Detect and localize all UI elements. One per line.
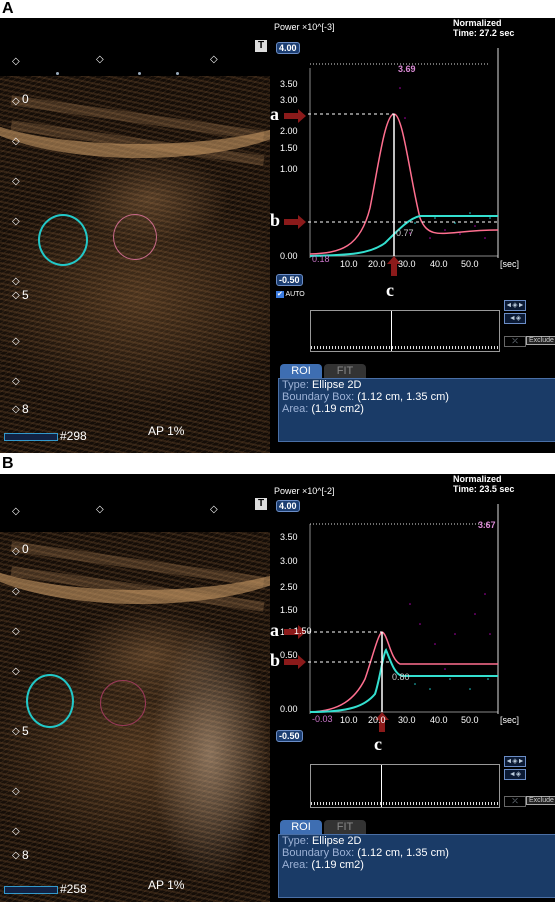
type-label: Type: <box>282 379 309 391</box>
mode-label-a: AP 1% <box>148 424 185 438</box>
mid-label-b: 0.80 <box>392 672 410 682</box>
roi-cyan-a[interactable] <box>38 214 88 266</box>
depth-5-b: 5 <box>22 724 29 738</box>
play-button-a[interactable]: ◄◈► <box>504 300 526 311</box>
timeline-a[interactable] <box>310 310 500 352</box>
xtick: 20.0 <box>368 259 386 269</box>
xtick: 20.0 <box>368 715 386 725</box>
depth-8-b: 8 <box>22 848 29 862</box>
timeline-b[interactable] <box>310 764 500 808</box>
panel-b: ◇ ◇ ◇ ◇ ◇ ◇ ◇ ◇ ◇ 0 5 8 ◇ ◇ #258 AP 1% P… <box>0 474 555 902</box>
box-value: (1.12 cm, 1.35 cm) <box>357 847 449 859</box>
ultrasound-image-a: ◇ ◇ ◇ ◇ ◇ ◇ ◇ ◇ ◇ ◇ 0 5 8 ◇ ◇ #298 AP 1% <box>0 18 270 453</box>
roi-pink-a[interactable] <box>113 214 157 260</box>
depth-5-a: 5 <box>22 288 29 302</box>
frame-number-a: #298 <box>60 429 87 443</box>
xtick: 10.0 <box>340 715 358 725</box>
area-value: (1.19 cm2) <box>311 403 364 415</box>
depth-8-a: 8 <box>22 402 29 416</box>
panel-b-letter: B <box>2 455 14 472</box>
exclude-tool-a[interactable]: ⤫ <box>504 336 526 347</box>
roi-info-a: Type: Ellipse 2D Boundary Box: (1.12 cm,… <box>278 378 555 442</box>
panel-a: ◇ ◇ ◇ ◇ ◇ ◇ ◇ ◇ ◇ ◇ 0 5 8 ◇ ◇ #298 AP 1%… <box>0 18 555 453</box>
peak-label-a: 3.69 <box>398 64 416 74</box>
low-label-a: 0.18 <box>312 254 330 264</box>
box-value: (1.12 cm, 1.35 cm) <box>357 391 449 403</box>
roi-cyan-b[interactable] <box>26 674 74 728</box>
xtick: 50.0 <box>461 259 479 269</box>
play-button-b[interactable]: ◄◈► <box>504 756 526 767</box>
type-label: Type: <box>282 835 309 847</box>
xtick: 30.0 <box>398 259 416 269</box>
tab-roi-a[interactable]: ROI <box>280 364 322 378</box>
peak-label-b: 3.67 <box>478 520 496 530</box>
low-label-b: -0.03 <box>312 714 333 724</box>
mode-label-b: AP 1% <box>148 878 185 892</box>
exclude-button-a[interactable]: Exclude <box>526 336 555 345</box>
text-tool-button-b[interactable]: T <box>255 498 267 510</box>
annotation-b-b: b <box>270 650 281 670</box>
area-value: (1.19 cm2) <box>311 859 364 871</box>
panel-a-letter: A <box>2 0 14 17</box>
depth-0-b: 0 <box>22 542 29 556</box>
area-label: Area: <box>282 859 309 871</box>
xtick: 10.0 <box>340 259 358 269</box>
peak-small-label-b: 1.50 <box>294 626 312 636</box>
tab-roi-b[interactable]: ROI <box>280 820 322 834</box>
exclude-button-b[interactable]: Exclude <box>526 796 555 805</box>
tab-fit-a[interactable]: FIT <box>324 364 366 378</box>
step-button-a[interactable]: ◄◈ <box>504 313 526 324</box>
xtick: 30.0 <box>398 715 416 725</box>
annotation-a-b: a <box>270 620 279 640</box>
depth-0-a: 0 <box>22 92 29 106</box>
box-label: Boundary Box: <box>282 847 355 859</box>
xtick: 40.0 <box>430 259 448 269</box>
xtick: 40.0 <box>430 715 448 725</box>
box-label: Boundary Box: <box>282 391 355 403</box>
annotation-c-b: c <box>374 734 382 754</box>
frame-number-b: #258 <box>60 882 87 896</box>
xtick: 50.0 <box>461 715 479 725</box>
x-unit-b: [sec] <box>500 715 520 725</box>
annotation-c-a: c <box>386 280 394 300</box>
mid-label-a: 0.77 <box>396 228 414 238</box>
ultrasound-image-b: ◇ ◇ ◇ ◇ ◇ ◇ ◇ ◇ ◇ 0 5 8 ◇ ◇ #258 AP 1% <box>0 474 270 902</box>
exclude-tool-b[interactable]: ⤫ <box>504 796 526 807</box>
frame-slider-b[interactable] <box>4 886 58 894</box>
step-button-b[interactable]: ◄◈ <box>504 769 526 780</box>
annotation-b-a: b <box>270 210 281 230</box>
annotation-a-a: a <box>270 104 279 124</box>
text-tool-button-a[interactable]: T <box>255 40 267 52</box>
roi-pink-b[interactable] <box>100 680 146 726</box>
type-value: Ellipse 2D <box>311 379 362 391</box>
frame-slider-a[interactable] <box>4 433 58 441</box>
tab-fit-b[interactable]: FIT <box>324 820 366 834</box>
roi-info-b: Type: Ellipse 2D Boundary Box: (1.12 cm,… <box>278 834 555 898</box>
type-value: Ellipse 2D <box>311 835 362 847</box>
area-label: Area: <box>282 403 309 415</box>
x-unit-a: [sec] <box>500 259 520 269</box>
